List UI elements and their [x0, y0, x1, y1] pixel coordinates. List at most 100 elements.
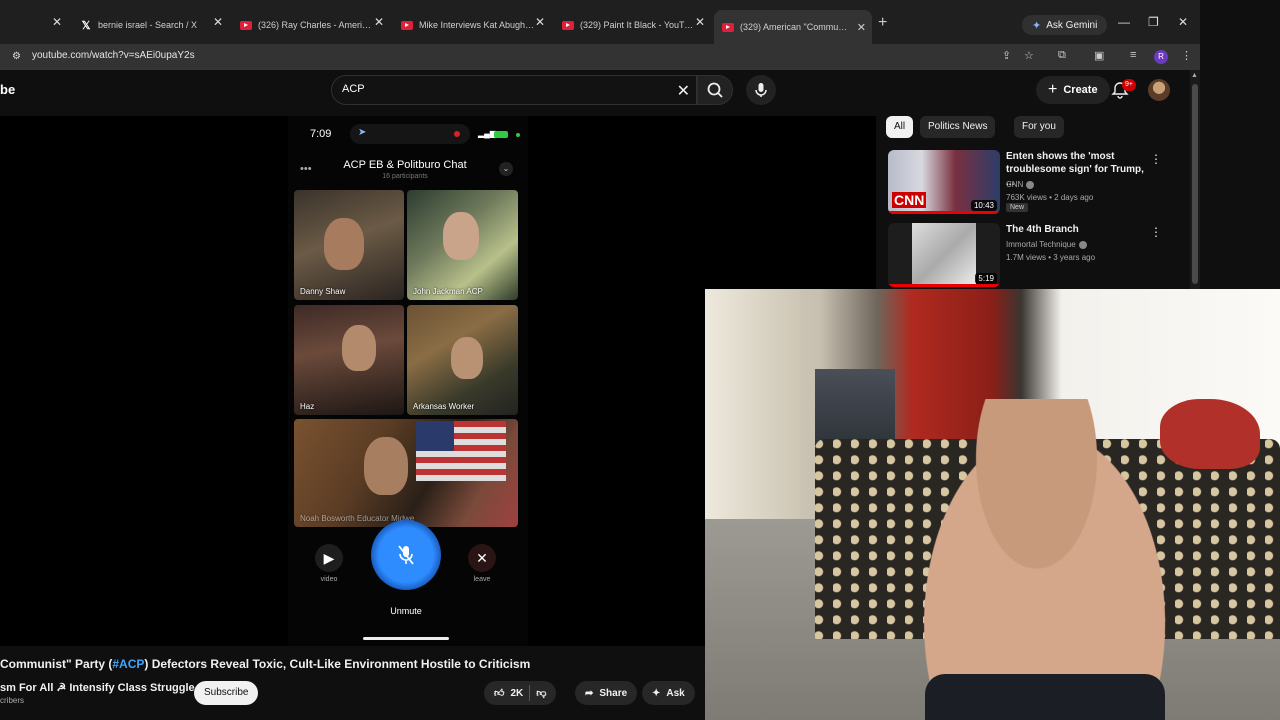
minimize-icon[interactable]: —	[1118, 15, 1130, 29]
webcam-person	[915, 399, 1185, 720]
profile-avatar[interactable]: R	[1154, 50, 1168, 64]
search-button[interactable]	[697, 75, 733, 105]
dynamic-island: ➤	[350, 124, 470, 144]
split-view-icon[interactable]: ▣	[1094, 49, 1104, 62]
thumbs-down-icon[interactable]: 👎︎	[536, 687, 546, 699]
participant-tile: Haz	[294, 305, 404, 415]
recommended-video[interactable]: 5:19 The 4th Branch Immortal Technique 1…	[886, 223, 1186, 289]
close-icon[interactable]: ✕	[374, 15, 384, 29]
watch-progress-bar	[888, 284, 1000, 287]
ask-gemini-label: Ask Gemini	[1046, 19, 1098, 31]
chip-for-you[interactable]: For you	[1014, 116, 1064, 138]
verified-check-icon	[1026, 180, 1035, 189]
browser-tab-active[interactable]: (329) American "Communist" Pa ✕	[714, 10, 872, 44]
sparkle-icon: ✦	[652, 687, 661, 699]
youtube-logo[interactable]: be	[0, 82, 15, 97]
participant-face	[342, 325, 376, 371]
chip-all[interactable]: All	[886, 116, 914, 138]
participant-tile: Noah Bosworth Educator Midwe	[294, 419, 518, 527]
restore-icon[interactable]: ❐	[1148, 15, 1159, 29]
scrollbar-thumb[interactable]	[1192, 84, 1198, 284]
page-scrollbar[interactable]: ▲	[1190, 70, 1200, 290]
bookmark-star-icon[interactable]: ☆	[1024, 49, 1034, 62]
participant-face	[364, 437, 408, 495]
new-tab-button[interactable]: +	[878, 14, 887, 32]
participant-tile: Danny Shaw	[294, 190, 404, 300]
browser-tab[interactable]: (326) Ray Charles - America The	[232, 12, 382, 38]
create-button[interactable]: + Create	[1036, 76, 1110, 104]
close-icon[interactable]: ✕	[695, 15, 705, 29]
site-settings-icon[interactable]: ⚙	[12, 51, 24, 63]
like-count[interactable]: 2K	[510, 688, 523, 699]
video-camera-icon: ▶	[315, 544, 343, 572]
video-thumbnail[interactable]: 5:19	[888, 223, 1000, 287]
channel-name[interactable]: sm For All ☭ Intensify Class Struggle	[0, 681, 195, 694]
participant-name: Haz	[300, 402, 315, 411]
like-dislike-group: 👍︎ 2K 👎︎	[484, 681, 557, 705]
more-actions-icon[interactable]: ⋮	[1150, 225, 1162, 239]
menu-kebab-icon[interactable]: ⋮	[1181, 49, 1192, 62]
window-close-icon[interactable]: ✕	[1178, 15, 1188, 29]
phone-home-indicator	[363, 637, 449, 640]
unmute-button	[371, 520, 441, 590]
browser-tab[interactable]: (329) Paint It Black - YouTube	[554, 12, 704, 38]
participant-face	[443, 212, 479, 260]
browser-tab-bar: 𝕏 bernie israel - Search / X ✕ ✕ (326) R…	[0, 0, 1200, 44]
media-controls-icon[interactable]: ≡	[1130, 49, 1136, 61]
subscribe-button[interactable]: Subscribe	[194, 681, 259, 705]
divider	[529, 685, 531, 701]
microphone-icon	[755, 83, 767, 97]
youtube-icon	[562, 20, 574, 30]
unmute-label: Unmute	[390, 606, 422, 616]
browser-tab[interactable]: 𝕏 bernie israel - Search / X	[72, 12, 232, 38]
participant-face	[451, 337, 483, 379]
voice-search-button[interactable]	[746, 75, 776, 105]
close-icon[interactable]: ✕	[535, 15, 545, 29]
account-avatar[interactable]	[1148, 79, 1170, 101]
recommended-video[interactable]: CNN 10:43 Enten shows the 'most troubles…	[886, 150, 1186, 216]
extensions-icon[interactable]: ⧉	[1058, 49, 1066, 62]
video-thumbnail[interactable]: CNN 10:43	[888, 150, 1000, 214]
phone-screen-recording: 7:09 ➤ ▂▄▆ ••• ACP EB & Politburo Chat 1…	[288, 116, 528, 646]
install-app-icon[interactable]: ⇪	[1002, 49, 1011, 62]
new-badge: New	[1006, 203, 1029, 212]
american-flag	[416, 421, 506, 481]
channel-name[interactable]: Immortal Technique	[1006, 240, 1087, 249]
clear-search-icon[interactable]: ✕	[677, 81, 690, 101]
scroll-up-icon[interactable]: ▲	[1191, 72, 1198, 79]
ask-button[interactable]: ✦ Ask	[642, 681, 695, 705]
hashtag-link[interactable]: #ACP	[112, 657, 144, 671]
youtube-icon	[240, 20, 252, 30]
tab-title: (326) Ray Charles - America The	[258, 20, 374, 30]
close-icon[interactable]: ✕	[857, 21, 866, 34]
chat-title: ACP EB & Politburo Chat	[343, 159, 467, 171]
thumbs-up-icon[interactable]: 👍︎	[494, 687, 504, 699]
search-icon	[707, 82, 723, 98]
video-label: video	[320, 576, 338, 583]
chevron-down-icon: ⌄	[499, 162, 513, 176]
navigation-arrow-icon: ➤	[358, 127, 367, 138]
participant-tile: Arkansas Worker	[407, 305, 518, 415]
channel-name[interactable]: CNN	[1006, 180, 1035, 189]
phone-clock: 7:09	[310, 128, 332, 140]
channel-label: Immortal Technique	[1006, 240, 1076, 249]
thumbnail-text: CNN	[892, 192, 927, 208]
url-field[interactable]: youtube.com/watch?v=sAEi0upaY2s	[32, 50, 195, 61]
search-input[interactable]	[342, 83, 662, 95]
share-button[interactable]: ➦ Share	[575, 681, 638, 705]
participant-tile: John Jackman ACP	[407, 190, 518, 300]
participants-count: 16 participants	[382, 173, 428, 180]
browser-tab[interactable]: Mike Interviews Kat Abughazale	[393, 12, 543, 38]
tab-title: (329) American "Communist" Pa	[740, 22, 864, 32]
close-icon[interactable]: ✕	[213, 15, 223, 29]
video-title[interactable]: The 4th Branch	[1006, 223, 1146, 236]
video-meta: 763K views • 2 days ago	[1006, 193, 1094, 202]
more-actions-icon[interactable]: ⋮	[1150, 152, 1162, 166]
webcam-overlay	[705, 289, 1280, 720]
video-toggle: ▶ video	[311, 544, 347, 583]
ask-gemini-button[interactable]: ✦ Ask Gemini	[1022, 15, 1108, 35]
chip-politics-news[interactable]: Politics News	[920, 116, 996, 138]
close-icon[interactable]: ✕	[52, 15, 62, 29]
subscriber-count: cribers	[0, 696, 25, 705]
x-logo-icon: 𝕏	[81, 19, 91, 32]
